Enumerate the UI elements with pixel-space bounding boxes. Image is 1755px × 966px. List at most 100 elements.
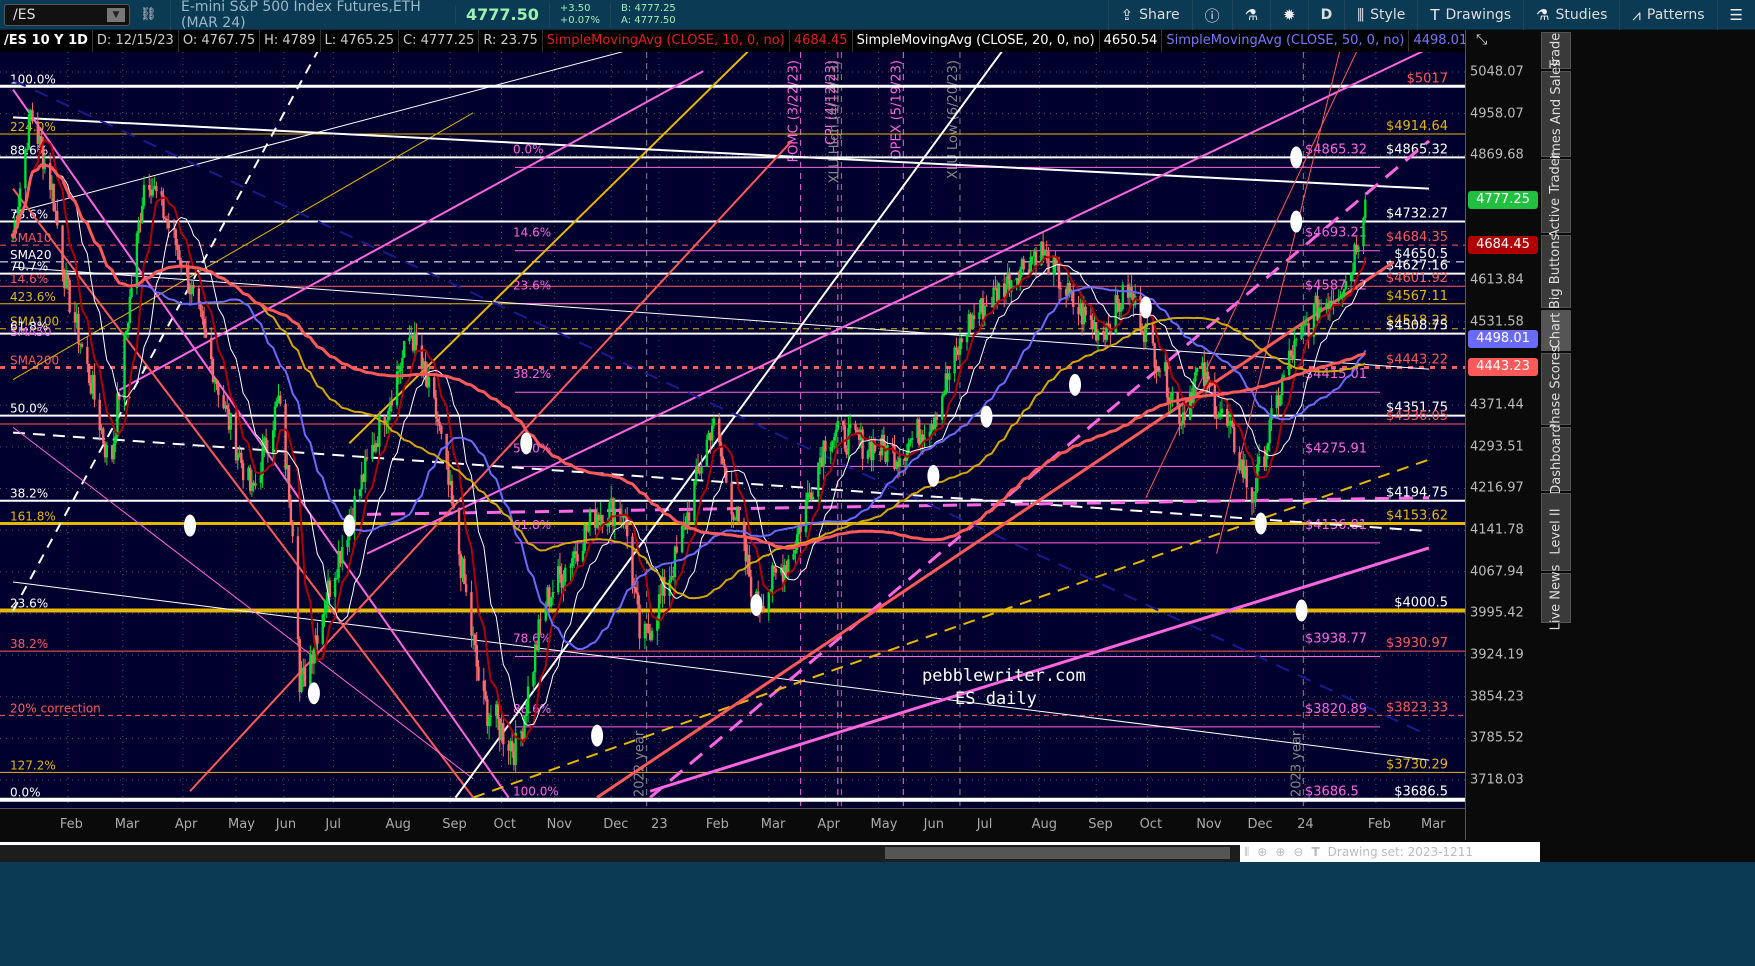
gear-icon-button[interactable]: ✹ bbox=[1270, 0, 1308, 30]
candle bbox=[1102, 331, 1105, 334]
study-value[interactable]: 4684.45 bbox=[790, 30, 853, 52]
candle bbox=[289, 502, 293, 523]
candle bbox=[997, 283, 1001, 302]
candle bbox=[1141, 331, 1144, 335]
time-tick: Feb bbox=[705, 817, 729, 832]
candle bbox=[401, 357, 404, 368]
price-level-label: $3730.29 bbox=[1386, 757, 1448, 772]
tab-label: Live News bbox=[1548, 564, 1564, 631]
candle bbox=[749, 576, 753, 597]
candle bbox=[972, 315, 976, 320]
price-chart[interactable]: FOMC (3/22/23) CPI (4/12/23) XLU High (4/1… bbox=[0, 52, 1465, 808]
symbol-selector[interactable]: /ES ▼ bbox=[4, 3, 130, 26]
sidebar-tab-active-trader[interactable]: Active Trader bbox=[1541, 153, 1571, 238]
text-icon[interactable]: T bbox=[1311, 845, 1319, 859]
sidebar-tab-phase-scores[interactable]: Phase Scores bbox=[1541, 346, 1571, 432]
zoom-out-icon[interactable]: ⊖ bbox=[1293, 845, 1303, 859]
sidebar-tab-live-news[interactable]: Live News bbox=[1541, 565, 1571, 631]
candle bbox=[525, 713, 528, 717]
info-icon: ⓘ bbox=[1204, 6, 1220, 25]
candle bbox=[464, 584, 468, 593]
tab-label: Chart bbox=[1548, 312, 1564, 349]
share-button[interactable]: ⇪ Share bbox=[1107, 0, 1192, 30]
study-value[interactable]: 4498.01 bbox=[1409, 30, 1465, 52]
candle bbox=[1121, 284, 1124, 310]
candle bbox=[427, 377, 431, 388]
candle bbox=[1213, 384, 1217, 418]
time-tick: Aug bbox=[385, 817, 411, 832]
change-percent: +0.07% bbox=[559, 14, 601, 26]
study-label[interactable]: SimpleMovingAvg (CLOSE, 50, 0, no) bbox=[1162, 30, 1410, 52]
menu-icon-button[interactable]: ☰ bbox=[1716, 0, 1755, 30]
net-change: +3.50 +0.07% bbox=[548, 2, 610, 27]
scrollbar-thumb[interactable] bbox=[885, 847, 1230, 859]
link-icon[interactable]: ⛓ bbox=[140, 7, 157, 22]
candle bbox=[116, 393, 119, 437]
sidebar-tab-big-buttons[interactable]: Big Buttons bbox=[1541, 234, 1571, 309]
candle bbox=[291, 522, 294, 537]
sidebar-tab-level-ii[interactable]: Level II bbox=[1541, 493, 1571, 571]
time-tick: Nov bbox=[1196, 817, 1222, 832]
candle bbox=[581, 550, 585, 562]
time-axis[interactable]: Feb Mar Apr May Jun Jul Aug Sep Oct Nov Dec 23 Feb Ma… bbox=[0, 808, 1465, 840]
candle bbox=[215, 378, 218, 385]
left-level-label: 38.2% bbox=[10, 487, 48, 501]
auto-scale-icon[interactable]: ⤡ bbox=[1476, 32, 1487, 48]
candle bbox=[1218, 413, 1222, 416]
chart-canvas[interactable]: FOMC (3/22/23) CPI (4/12/23)XLU High (4/1… bbox=[0, 52, 1465, 808]
fib-percent-label: 14.6% bbox=[513, 226, 551, 240]
drawings-button[interactable]: T Drawings bbox=[1417, 0, 1523, 30]
candle bbox=[68, 279, 71, 313]
tab-label: Level II bbox=[1548, 508, 1564, 556]
marker-ellipse bbox=[307, 682, 320, 705]
price-level-label: $5017 bbox=[1407, 71, 1448, 86]
candle bbox=[211, 359, 215, 382]
candle bbox=[854, 423, 857, 430]
pan-icon[interactable]: ⦀ bbox=[1244, 845, 1249, 860]
candle bbox=[587, 525, 590, 532]
price-level-label: $4601.92 bbox=[1386, 271, 1448, 286]
price-level-label: $3823.33 bbox=[1386, 700, 1448, 715]
candle bbox=[61, 225, 64, 272]
chevron-down-icon[interactable]: ▼ bbox=[107, 7, 125, 22]
price-tick: 4958.07 bbox=[1470, 106, 1524, 122]
candle bbox=[273, 406, 277, 431]
patterns-button[interactable]: ⩘ Patterns bbox=[1619, 0, 1716, 30]
study-label[interactable]: SimpleMovingAvg (CLOSE, 10, 0, no) bbox=[543, 30, 790, 52]
candle bbox=[955, 347, 958, 350]
sidebar-tab-dashboard[interactable]: Dashboard bbox=[1541, 424, 1571, 495]
candle bbox=[141, 205, 144, 223]
zoom-in-icon[interactable]: ⊕ bbox=[1275, 845, 1285, 859]
info-icon-button[interactable]: ⓘ bbox=[1191, 0, 1232, 30]
candle bbox=[1089, 315, 1093, 320]
d-button[interactable]: D bbox=[1307, 0, 1345, 30]
price-level-label: $4443.22 bbox=[1386, 352, 1448, 367]
price-axis[interactable]: ⤡ 5048.07 4958.07 4869.68 4613.84 4531.58 437… bbox=[1465, 30, 1540, 840]
study-label[interactable]: SimpleMovingAvg (CLOSE, 20, 0, no) bbox=[853, 30, 1100, 52]
studies-button[interactable]: ⚗ Studies bbox=[1523, 0, 1619, 30]
flask-icon-button[interactable]: ⚗ bbox=[1231, 0, 1270, 30]
style-button[interactable]: ⫼ Style bbox=[1344, 0, 1417, 30]
ask: A: 4777.50 bbox=[621, 14, 676, 26]
candle bbox=[787, 559, 790, 573]
drawing-set-label[interactable]: Drawing set: 2023-1211 bbox=[1328, 845, 1473, 859]
candle bbox=[364, 457, 367, 483]
candle bbox=[907, 442, 910, 453]
candle bbox=[87, 363, 91, 384]
candle bbox=[24, 149, 27, 189]
trend-line bbox=[348, 52, 749, 445]
time-tick: Mar bbox=[760, 817, 786, 832]
candle bbox=[1176, 392, 1179, 405]
candle bbox=[841, 421, 845, 426]
study-value[interactable]: 4650.54 bbox=[1100, 30, 1163, 52]
candle bbox=[1351, 271, 1355, 274]
tool-label: Drawings bbox=[1445, 7, 1512, 23]
fib-percent-label: 100.0% bbox=[513, 785, 559, 799]
crosshair-icon[interactable]: ⊕ bbox=[1257, 845, 1267, 859]
candle bbox=[843, 425, 847, 449]
sidebar-tab-times-and-sales[interactable]: Times And Sales bbox=[1541, 60, 1571, 167]
candle bbox=[424, 361, 427, 375]
candle bbox=[558, 566, 562, 575]
candle bbox=[436, 418, 439, 422]
candle bbox=[433, 377, 436, 398]
